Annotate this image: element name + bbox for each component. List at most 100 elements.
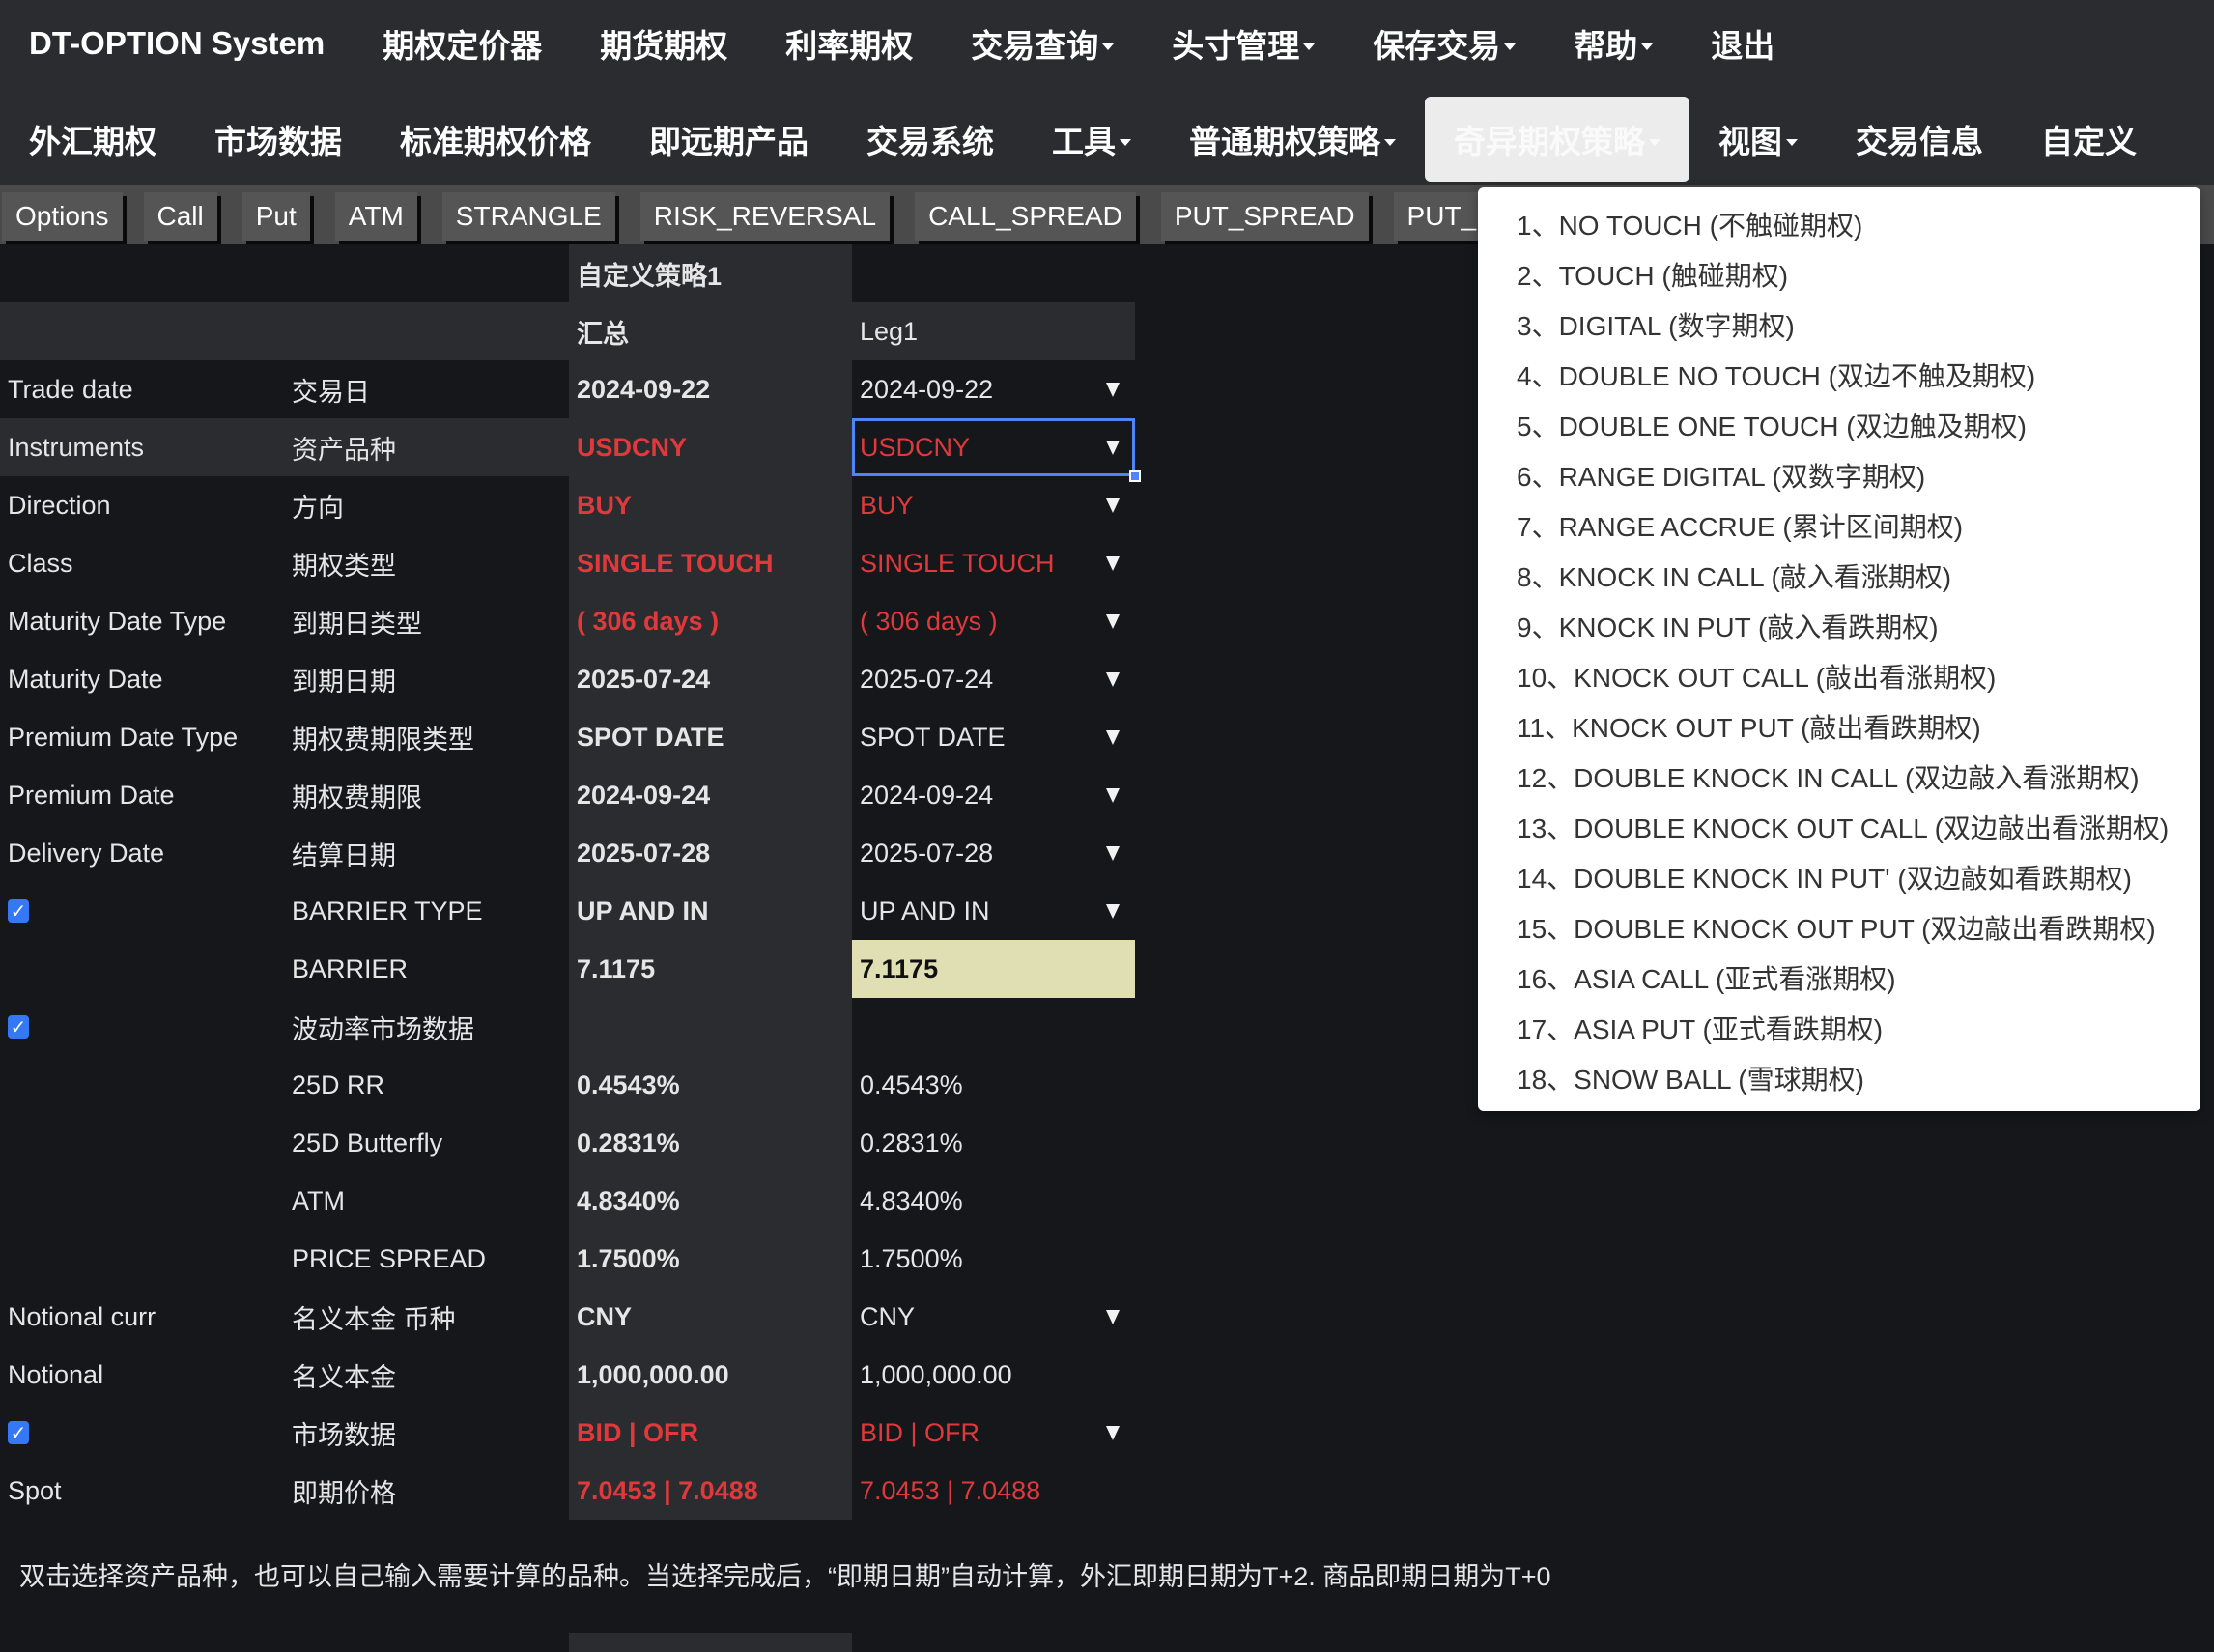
menu-item[interactable]: 18、SNOW BALL (雪球期权) xyxy=(1478,1053,2200,1103)
nav-item[interactable]: 工具 xyxy=(1023,97,1160,182)
leg-value[interactable]: SPOT DATE xyxy=(852,708,1135,766)
toolbar-button[interactable]: RISK_REVERSAL xyxy=(639,191,891,241)
menu-item[interactable]: 5、DOUBLE ONE TOUCH (双边触及期权) xyxy=(1478,400,2200,450)
menu-item[interactable]: 14、DOUBLE KNOCK IN PUT' (双边敲如看跌期权) xyxy=(1478,852,2200,902)
dropdown-arrow-icon[interactable] xyxy=(1106,441,1120,455)
table-row: PRICE SPREAD 1.7500% 1.7500% xyxy=(0,1230,1135,1288)
leg-value[interactable]: 7.1175 xyxy=(852,940,1135,998)
menu-item[interactable]: 4、DOUBLE NO TOUCH (双边不触及期权) xyxy=(1478,350,2200,400)
menu-item[interactable]: 11、KNOCK OUT PUT (敲出看跌期权) xyxy=(1478,701,2200,752)
leg-value[interactable]: 2025-07-24 xyxy=(852,650,1135,708)
checkbox[interactable]: ✓ xyxy=(8,1421,29,1444)
nav-item[interactable]: 自定义 xyxy=(2012,97,2166,182)
menu-item[interactable]: 15、DOUBLE KNOCK OUT PUT (双边敲出看跌期权) xyxy=(1478,902,2200,953)
toolbar-button[interactable]: CALL_SPREAD xyxy=(915,191,1136,241)
row-label-cn: BARRIER TYPE xyxy=(292,896,483,926)
dropdown-arrow-icon[interactable] xyxy=(1106,1426,1120,1440)
summary-value: 1,000,000.00 xyxy=(569,1346,852,1404)
nav-item[interactable]: 交易系统 xyxy=(837,97,1023,182)
nav-item[interactable]: 视图 xyxy=(1689,97,1827,182)
dropdown-arrow-icon[interactable] xyxy=(1106,1310,1120,1324)
leg-value[interactable] xyxy=(852,998,1135,1056)
nav-item-label: 标准期权价格 xyxy=(400,124,591,159)
toolbar-button[interactable]: ATM xyxy=(334,191,417,241)
nav-item[interactable]: 期货期权 xyxy=(571,1,756,86)
nav-item[interactable]: 标准期权价格 xyxy=(371,97,620,182)
leg-value[interactable]: SINGLE TOUCH xyxy=(852,534,1135,592)
nav-item[interactable]: 交易信息 xyxy=(1827,97,2012,182)
dropdown-arrow-icon[interactable] xyxy=(1106,672,1120,687)
leg-value[interactable]: 1.7500% xyxy=(852,1230,1135,1288)
menu-item[interactable]: 2、TOUCH (触碰期权) xyxy=(1478,249,2200,299)
dropdown-arrow-icon[interactable] xyxy=(1106,846,1120,861)
leg-value[interactable]: 2025-07-28 xyxy=(852,824,1135,882)
dropdown-arrow-icon[interactable] xyxy=(1106,614,1120,629)
dropdown-arrow-icon[interactable] xyxy=(1106,730,1120,745)
nav-item[interactable]: 帮助 xyxy=(1545,1,1682,86)
leg-value[interactable]: BID | OFR xyxy=(852,1404,1135,1462)
nav-row-1: DT-OPTION System 期权定价器 期货期权 利率期权 交易查询 头寸管理 保存… xyxy=(0,0,1803,87)
leg-value[interactable]: 0.2831% xyxy=(852,1114,1135,1172)
nav-item[interactable]: 利率期权 xyxy=(756,1,942,86)
dropdown-arrow-icon[interactable] xyxy=(1106,498,1120,513)
nav-item[interactable]: 交易查询 xyxy=(942,1,1143,86)
toolbar-button[interactable]: Call xyxy=(143,191,217,241)
dropdown-arrow-icon[interactable] xyxy=(1106,556,1120,571)
nav-item[interactable]: 普通期权策略 xyxy=(1160,97,1425,182)
table-row: Premium Date Type 期权费期限类型 SPOT DATE SPOT DA… xyxy=(0,708,1135,766)
menu-item[interactable]: 17、ASIA PUT (亚式看跌期权) xyxy=(1478,1003,2200,1053)
pricing-grid: 自定义策略1 汇总 Leg1 Trade date 交易日 2024-09-22 20… xyxy=(0,244,1141,1520)
nav-item[interactable]: 保存交易 xyxy=(1344,1,1545,86)
leg-value[interactable]: 4.8340% xyxy=(852,1172,1135,1230)
nav-item[interactable]: 退出 xyxy=(1682,1,1803,86)
leg-value[interactable]: 7.0453 | 7.0488 xyxy=(852,1462,1135,1520)
summary-value: ( 306 days ) xyxy=(569,592,852,650)
exotic-strategy-menu: 1、NO TOUCH (不触碰期权) 2、TOUCH (触碰期权) 3、DIGITA… xyxy=(1478,187,2200,1111)
leg-value[interactable]: 2024-09-22 xyxy=(852,360,1135,418)
leg-value[interactable]: ( 306 days ) xyxy=(852,592,1135,650)
dropdown-arrow-icon[interactable] xyxy=(1106,904,1120,919)
menu-item[interactable]: 6、RANGE DIGITAL (双数字期权) xyxy=(1478,450,2200,500)
menu-item[interactable]: 10、KNOCK OUT CALL (敲出看涨期权) xyxy=(1478,651,2200,701)
checkbox[interactable]: ✓ xyxy=(8,899,29,923)
leg-value[interactable]: 2024-09-24 xyxy=(852,766,1135,824)
leg-value[interactable]: 1,000,000.00 xyxy=(852,1346,1135,1404)
caret-down-icon xyxy=(1384,138,1396,146)
dropdown-arrow-icon[interactable] xyxy=(1106,383,1120,397)
leg-value[interactable]: CNY xyxy=(852,1288,1135,1346)
toolbar-button[interactable]: STRANGLE xyxy=(441,191,615,241)
leg-value[interactable]: 0.4543% xyxy=(852,1056,1135,1114)
menu-item[interactable]: 1、NO TOUCH (不触碰期权) xyxy=(1478,199,2200,249)
nav-row-2: 外汇期权 市场数据 标准期权价格 即远期产品 交易系统 工具 普通期权策略 奇异期权策略 视图 交… xyxy=(0,96,2166,183)
leg-value-text: USDCNY xyxy=(860,432,971,462)
toolbar-button[interactable]: Put xyxy=(241,191,310,241)
menu-item[interactable]: 9、KNOCK IN PUT (敲入看跌期权) xyxy=(1478,601,2200,651)
brand-logo[interactable]: DT-OPTION System xyxy=(0,25,354,62)
toolbar-button[interactable]: PUT_ xyxy=(1393,191,1490,241)
leg-value[interactable]: USDCNY xyxy=(852,418,1141,482)
menu-item[interactable]: 8、KNOCK IN CALL (敲入看涨期权) xyxy=(1478,551,2200,601)
menu-item[interactable]: 3、DIGITAL (数字期权) xyxy=(1478,299,2200,350)
summary-value: 0.2831% xyxy=(569,1114,852,1172)
leg-value[interactable]: BUY xyxy=(852,476,1135,534)
nav-item[interactable]: 头寸管理 xyxy=(1143,1,1344,86)
menu-item[interactable]: 12、DOUBLE KNOCK IN CALL (双边敲入看涨期权) xyxy=(1478,752,2200,802)
toolbar-button[interactable]: Options xyxy=(2,191,123,241)
toolbar-button[interactable]: PUT_SPREAD xyxy=(1160,191,1369,241)
summary-header: 汇总 xyxy=(569,302,852,360)
nav-item[interactable]: 即远期产品 xyxy=(620,97,837,182)
checkbox[interactable]: ✓ xyxy=(8,1015,29,1039)
nav-item[interactable]: 奇异期权策略 xyxy=(1425,97,1689,182)
nav-item[interactable]: 期权定价器 xyxy=(354,1,571,86)
leg-value-text: 0.4543% xyxy=(860,1069,963,1099)
menu-item[interactable]: 13、DOUBLE KNOCK OUT CALL (双边敲出看涨期权) xyxy=(1478,802,2200,852)
leg-header: Leg1 xyxy=(852,302,1135,360)
nav-item[interactable]: 外汇期权 xyxy=(0,97,185,182)
leg-value[interactable]: UP AND IN xyxy=(852,882,1135,940)
summary-value: 0.4543% xyxy=(569,1056,852,1114)
dropdown-arrow-icon[interactable] xyxy=(1106,788,1120,803)
nav-item-label: 退出 xyxy=(1711,28,1775,64)
menu-item[interactable]: 7、RANGE ACCRUE (累计区间期权) xyxy=(1478,500,2200,551)
nav-item[interactable]: 市场数据 xyxy=(185,97,371,182)
menu-item[interactable]: 16、ASIA CALL (亚式看涨期权) xyxy=(1478,953,2200,1003)
